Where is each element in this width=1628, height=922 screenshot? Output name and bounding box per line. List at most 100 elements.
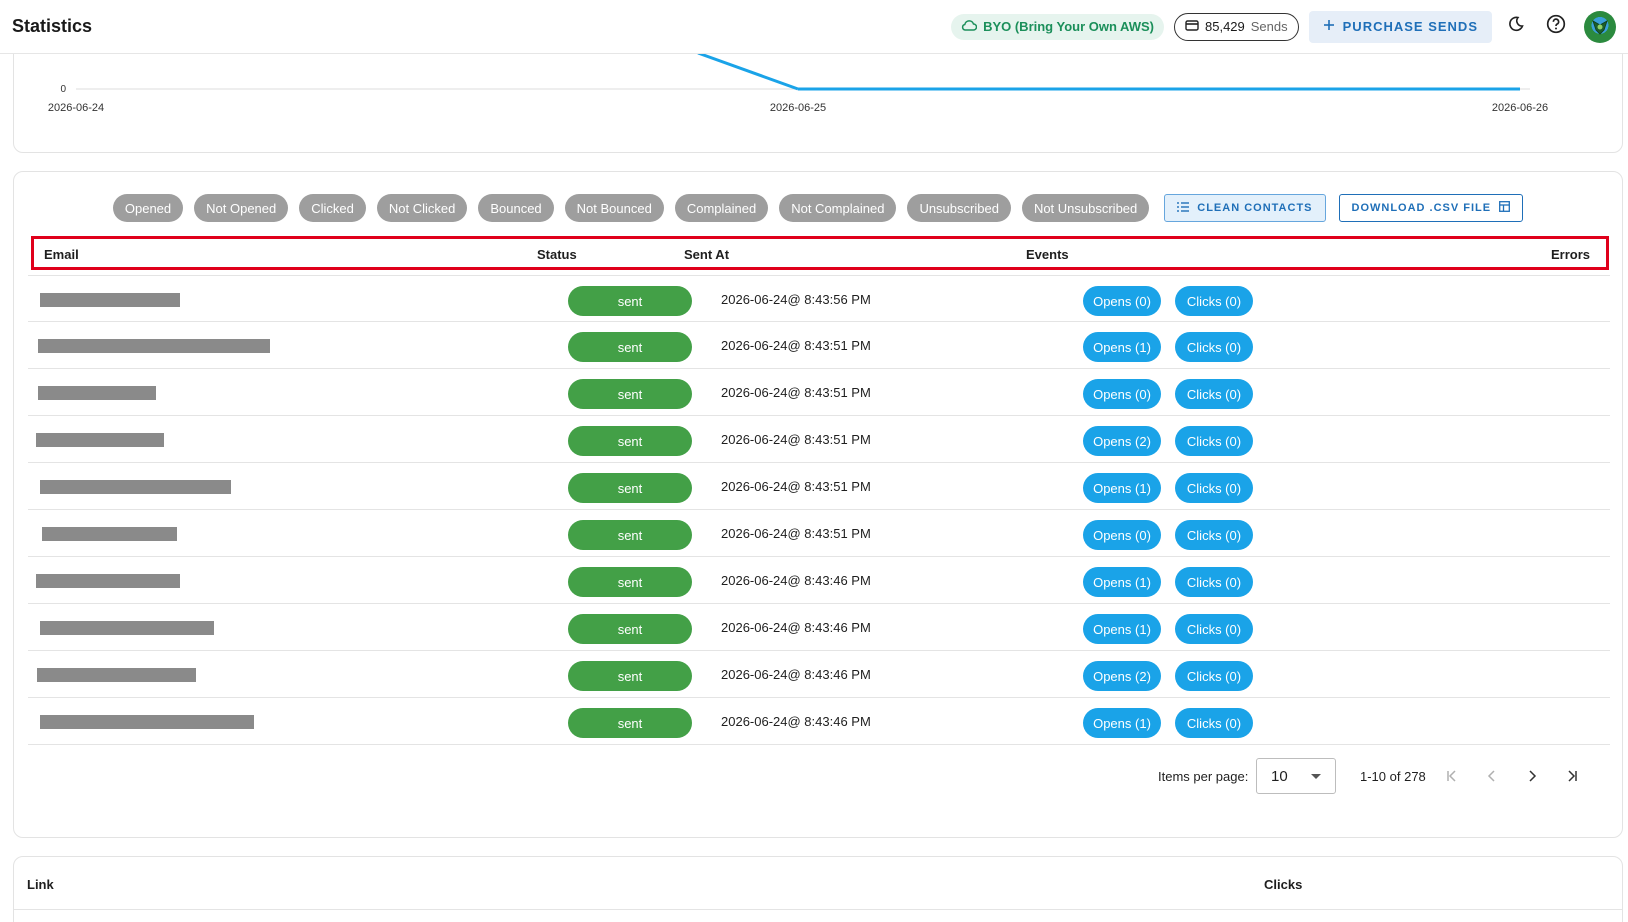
column-header-sent-at[interactable]: Sent At xyxy=(684,247,729,262)
theme-toggle-button[interactable] xyxy=(1500,11,1532,43)
clicks-button[interactable]: Clicks (0) xyxy=(1175,332,1253,362)
status-badge: sent xyxy=(568,286,692,316)
clean-contacts-button[interactable]: CLEAN CONTACTS xyxy=(1164,194,1326,222)
recipients-card: Opened Not Opened Clicked Not Clicked Bounce… xyxy=(13,171,1623,838)
column-header-status[interactable]: Status xyxy=(537,247,577,262)
redacted-email xyxy=(42,527,177,541)
filter-chip-not-complained[interactable]: Not Complained xyxy=(779,194,897,222)
filter-chip-clicked[interactable]: Clicked xyxy=(299,194,366,222)
sent-at-cell: 2026-06-24@ 8:43:51 PM xyxy=(721,479,871,494)
filter-chip-not-clicked[interactable]: Not Clicked xyxy=(376,194,468,222)
clicks-button[interactable]: Clicks (0) xyxy=(1175,708,1253,738)
purchase-sends-button[interactable]: PURCHASE SENDS xyxy=(1308,10,1492,43)
opens-button[interactable]: Opens (2) xyxy=(1083,661,1161,691)
next-page-button[interactable] xyxy=(1518,762,1546,790)
opens-button[interactable]: Opens (1) xyxy=(1083,614,1161,644)
table-row: sent 2026-06-24@ 8:43:51 PM Opens (2) Click… xyxy=(28,416,1610,463)
byo-chip[interactable]: BYO (Bring Your Own AWS) xyxy=(951,13,1164,40)
filter-chip-bounced[interactable]: Bounced xyxy=(478,194,554,222)
column-header-errors[interactable]: Errors xyxy=(1551,247,1590,262)
redacted-email xyxy=(40,621,214,635)
table-row: sent 2026-06-24@ 8:43:51 PM Opens (1) Click… xyxy=(28,463,1610,510)
avatar[interactable] xyxy=(1584,10,1616,43)
table-body: sent 2026-06-24@ 8:43:56 PM Opens (0) Click… xyxy=(28,275,1610,745)
table-row: sent 2026-06-24@ 8:43:56 PM Opens (0) Click… xyxy=(28,275,1610,322)
help-circle-icon xyxy=(1546,14,1566,39)
items-per-page-select[interactable]: 10 xyxy=(1256,758,1336,794)
status-badge: sent xyxy=(568,379,692,409)
column-header-email[interactable]: Email xyxy=(44,247,79,262)
opens-button[interactable]: Opens (1) xyxy=(1083,332,1161,362)
clicks-button[interactable]: Clicks (0) xyxy=(1175,567,1253,597)
clicks-button[interactable]: Clicks (0) xyxy=(1175,473,1253,503)
plus-icon xyxy=(1323,19,1335,34)
clicks-button[interactable]: Clicks (0) xyxy=(1175,379,1253,409)
previous-page-button[interactable] xyxy=(1478,762,1506,790)
sent-at-cell: 2026-06-24@ 8:43:46 PM xyxy=(721,573,871,588)
list-icon xyxy=(1177,201,1190,215)
opens-button[interactable]: Opens (2) xyxy=(1083,426,1161,456)
links-header-divider xyxy=(14,909,1622,910)
opens-button[interactable]: Opens (0) xyxy=(1083,379,1161,409)
column-header-link[interactable]: Link xyxy=(27,877,54,892)
purchase-sends-label: PURCHASE SENDS xyxy=(1342,19,1478,34)
filter-bar: Opened Not Opened Clicked Not Clicked Bounce… xyxy=(14,194,1622,222)
sent-at-cell: 2026-06-24@ 8:43:46 PM xyxy=(721,667,871,682)
column-header-events[interactable]: Events xyxy=(1026,247,1069,262)
sends-chip[interactable]: 85,429 Sends xyxy=(1174,12,1299,41)
clicks-button[interactable]: Clicks (0) xyxy=(1175,520,1253,550)
filter-chip-complained[interactable]: Complained xyxy=(674,194,769,222)
redacted-email xyxy=(36,433,164,447)
filter-chip-not-opened[interactable]: Not Opened xyxy=(194,194,289,222)
clicks-button[interactable]: Clicks (0) xyxy=(1175,614,1253,644)
filter-chip-not-unsubscribed[interactable]: Not Unsubscribed xyxy=(1021,194,1150,222)
status-badge: sent xyxy=(568,708,692,738)
download-csv-button[interactable]: DOWNLOAD .CSV FILE xyxy=(1338,194,1524,222)
last-page-button[interactable] xyxy=(1558,762,1586,790)
download-csv-label: DOWNLOAD .CSV FILE xyxy=(1351,202,1492,214)
x-tick-label: 2026-06-26 xyxy=(1492,102,1548,114)
table-row: sent 2026-06-24@ 8:43:46 PM Opens (1) Click… xyxy=(28,698,1610,745)
redacted-email xyxy=(38,386,156,400)
filter-chip-opened[interactable]: Opened xyxy=(112,194,184,222)
sent-at-cell: 2026-06-24@ 8:43:56 PM xyxy=(721,292,871,307)
table-row: sent 2026-06-24@ 8:43:51 PM Opens (0) Click… xyxy=(28,369,1610,416)
clean-contacts-label: CLEAN CONTACTS xyxy=(1197,202,1313,214)
sent-at-cell: 2026-06-24@ 8:43:51 PM xyxy=(721,385,871,400)
sent-at-cell: 2026-06-24@ 8:43:46 PM xyxy=(721,620,871,635)
table-row: sent 2026-06-24@ 8:43:51 PM Opens (0) Click… xyxy=(28,510,1610,557)
pagination-range: 1-10 of 278 xyxy=(1360,769,1426,784)
opens-button[interactable]: Opens (1) xyxy=(1083,473,1161,503)
sent-at-cell: 2026-06-24@ 8:43:51 PM xyxy=(721,432,871,447)
help-button[interactable] xyxy=(1540,11,1572,43)
clicks-button[interactable]: Clicks (0) xyxy=(1175,426,1253,456)
sent-at-cell: 2026-06-24@ 8:43:51 PM xyxy=(721,526,871,541)
filter-chip-unsubscribed[interactable]: Unsubscribed xyxy=(907,194,1011,222)
first-page-icon xyxy=(1447,770,1456,782)
caret-down-icon xyxy=(1311,774,1321,779)
moon-icon xyxy=(1507,15,1525,38)
opens-button[interactable]: Opens (1) xyxy=(1083,708,1161,738)
status-badge: sent xyxy=(568,332,692,362)
links-card: Link Clicks xyxy=(13,856,1623,922)
filter-chip-not-bounced[interactable]: Not Bounced xyxy=(564,194,664,222)
topbar-actions: BYO (Bring Your Own AWS) 85,429 Sends PU… xyxy=(951,10,1616,43)
clicks-button[interactable]: Clicks (0) xyxy=(1175,661,1253,691)
sent-at-cell: 2026-06-24@ 8:43:51 PM xyxy=(721,338,871,353)
opens-button[interactable]: Opens (1) xyxy=(1083,567,1161,597)
redacted-email xyxy=(36,574,180,588)
status-badge: sent xyxy=(568,520,692,550)
first-page-button[interactable] xyxy=(1438,762,1466,790)
status-badge: sent xyxy=(568,426,692,456)
opens-button[interactable]: Opens (0) xyxy=(1083,520,1161,550)
opens-button[interactable]: Opens (0) xyxy=(1083,286,1161,316)
redacted-email xyxy=(190,480,231,494)
series-line-segment xyxy=(697,51,799,91)
sends-count: 85,429 xyxy=(1205,19,1245,34)
redacted-email xyxy=(40,715,254,729)
items-per-page-value: 10 xyxy=(1271,767,1288,785)
clicks-button[interactable]: Clicks (0) xyxy=(1175,286,1253,316)
column-header-clicks[interactable]: Clicks xyxy=(1264,877,1302,892)
y-tick-label: 0 xyxy=(60,84,66,95)
table-row: sent 2026-06-24@ 8:43:46 PM Opens (1) Click… xyxy=(28,557,1610,604)
